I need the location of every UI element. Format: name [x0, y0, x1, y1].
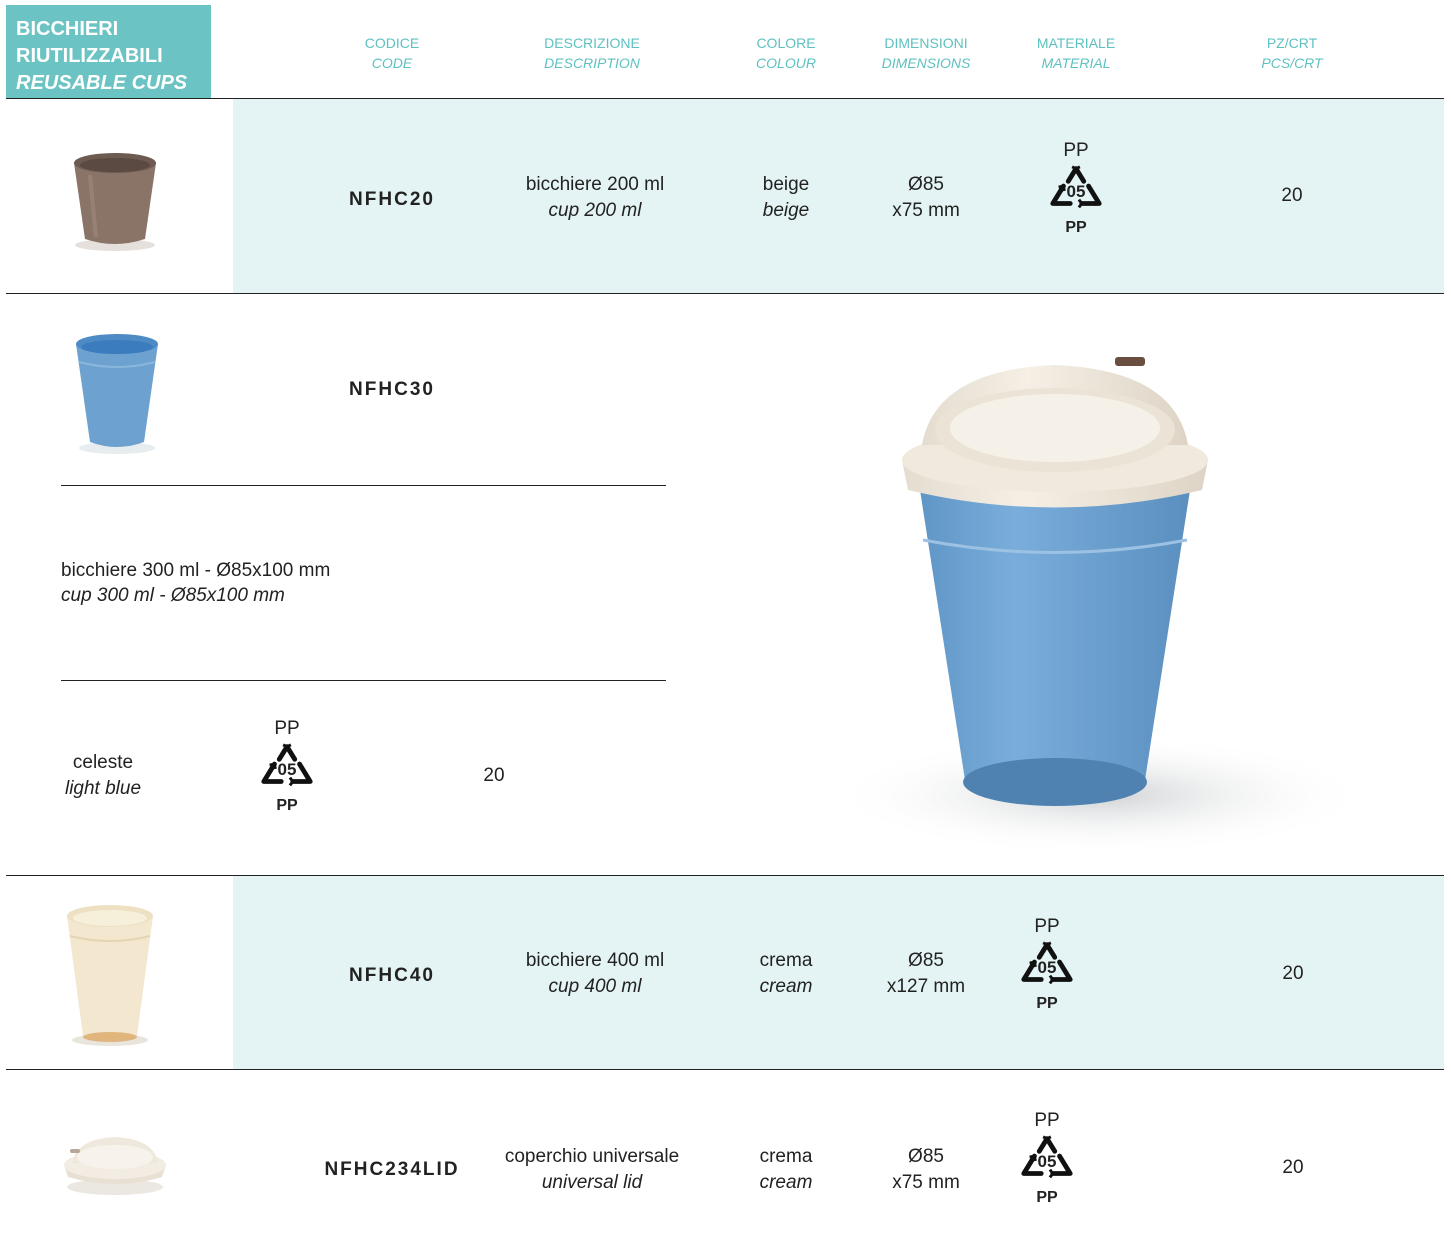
- recycle-material: PP: [276, 797, 298, 814]
- product-code: NFHC234LID: [324, 1159, 460, 1180]
- product-description: coperchio universale universal lid: [505, 1144, 679, 1196]
- col-header-colour-it: COLORE: [756, 35, 816, 51]
- recycle-material: PP: [1036, 1189, 1058, 1206]
- colour-en: beige: [762, 200, 810, 221]
- product-dimensions: Ø85 x75 mm: [892, 172, 960, 224]
- material-label: PP: [1034, 916, 1060, 937]
- col-header-description-en: DESCRIPTION: [544, 55, 640, 71]
- description-en: cup 300 ml - Ø85x100 mm: [61, 585, 285, 606]
- col-header-code: CODICE CODE: [365, 33, 419, 73]
- recycle-code: 05: [1037, 958, 1057, 977]
- material-recycle-symbol: PP 05 PP: [252, 718, 322, 815]
- title-en: REUSABLE CUPS: [16, 72, 188, 94]
- recycle-material: PP: [1036, 995, 1058, 1012]
- col-header-code-it: CODICE: [364, 35, 420, 51]
- material-label: PP: [274, 718, 300, 739]
- product-code: NFHC20: [349, 189, 435, 210]
- title-it-line-2: RIUTILIZZABILI: [16, 45, 163, 67]
- col-header-pcs-it: PZ/CRT: [1266, 35, 1318, 51]
- description-en: cup 400 ml: [548, 976, 642, 997]
- colour-en: light blue: [64, 778, 142, 799]
- col-header-colour: COLORE COLOUR: [756, 33, 816, 73]
- product-colour: beige beige: [763, 172, 810, 224]
- colour-en: cream: [759, 976, 813, 997]
- col-header-dimensions-en: DIMENSIONS: [881, 55, 971, 71]
- pieces-per-carton: 20: [1282, 963, 1304, 984]
- dimension-height: x75 mm: [892, 1172, 960, 1193]
- product-image-lid: [64, 1137, 166, 1195]
- material-recycle-symbol: PP 05 PP: [1041, 140, 1111, 237]
- section-title: BICCHIERI RIUTILIZZABILI REUSABLE CUPS: [6, 5, 211, 98]
- row-sub-divider: [61, 680, 666, 681]
- product-colour: celeste light blue: [65, 750, 141, 802]
- product-description: bicchiere 200 ml cup 200 ml: [526, 172, 664, 224]
- recycle-05-icon: 05: [1018, 1134, 1076, 1184]
- product-dimensions: Ø85 x127 mm: [887, 948, 965, 1000]
- recycle-code: 05: [1066, 182, 1086, 201]
- row-sub-divider: [61, 485, 666, 486]
- description-it: bicchiere 200 ml: [525, 174, 665, 195]
- recycle-05-icon: 05: [258, 742, 316, 792]
- product-dimensions: Ø85 x75 mm: [892, 1144, 960, 1196]
- product-code: NFHC40: [349, 965, 435, 986]
- product-image-brown-cup: [74, 153, 156, 251]
- colour-it: beige: [762, 174, 810, 195]
- dimension-height: x75 mm: [892, 200, 960, 221]
- col-header-dimensions-it: DIMENSIONI: [884, 35, 968, 51]
- product-code: NFHC30: [349, 379, 435, 400]
- col-header-colour-en: COLOUR: [756, 55, 816, 71]
- product-description: bicchiere 400 ml cup 400 ml: [526, 948, 664, 1000]
- col-header-material-en: MATERIAL: [1041, 55, 1111, 71]
- recycle-code: 05: [1037, 1152, 1057, 1171]
- dimension-diameter: Ø85: [908, 174, 944, 195]
- row-divider: [6, 1069, 1444, 1070]
- product-image-blue-cup: [76, 334, 158, 454]
- colour-it: crema: [759, 950, 813, 971]
- col-header-description: DESCRIZIONE DESCRIPTION: [544, 33, 640, 73]
- recycle-05-icon: 05: [1047, 164, 1105, 214]
- col-header-dimensions: DIMENSIONI DIMENSIONS: [882, 33, 971, 73]
- material-label: PP: [1063, 140, 1089, 161]
- col-header-material-it: MATERIALE: [1036, 35, 1116, 51]
- col-header-description-it: DESCRIZIONE: [544, 35, 640, 51]
- material-label: PP: [1034, 1110, 1060, 1131]
- colour-en: cream: [759, 1172, 813, 1193]
- col-header-code-en: CODE: [371, 55, 413, 71]
- title-it-line-1: BICCHIERI: [16, 18, 119, 40]
- product-description: bicchiere 300 ml - Ø85x100 mm cup 300 ml…: [61, 558, 330, 608]
- dimension-diameter: Ø85: [908, 950, 944, 971]
- dimension-height: x127 mm: [886, 976, 966, 997]
- colour-it: celeste: [72, 752, 134, 773]
- description-it: bicchiere 400 ml: [525, 950, 665, 971]
- recycle-material: PP: [1065, 219, 1087, 236]
- product-colour: crema cream: [760, 948, 813, 1000]
- product-colour: crema cream: [760, 1144, 813, 1196]
- dimension-diameter: Ø85: [908, 1146, 944, 1167]
- col-header-pcs: PZ/CRT PCS/CRT: [1261, 33, 1322, 73]
- pieces-per-carton: 20: [483, 765, 505, 786]
- material-recycle-symbol: PP 05 PP: [1012, 1110, 1082, 1207]
- description-it: coperchio universale: [504, 1146, 680, 1167]
- description-it: bicchiere 300 ml - Ø85x100 mm: [61, 560, 331, 581]
- col-header-pcs-en: PCS/CRT: [1261, 55, 1323, 71]
- description-en: cup 200 ml: [548, 200, 642, 221]
- material-recycle-symbol: PP 05 PP: [1012, 916, 1082, 1013]
- pieces-per-carton: 20: [1281, 185, 1303, 206]
- col-header-material: MATERIALE MATERIAL: [1037, 33, 1115, 73]
- product-image-cream-cup: [67, 905, 153, 1046]
- description-en: universal lid: [541, 1172, 643, 1193]
- colour-it: crema: [759, 1146, 813, 1167]
- recycle-05-icon: 05: [1018, 940, 1076, 990]
- recycle-code: 05: [277, 760, 297, 779]
- showcase-image-blue-cup-with-lid: [840, 357, 1370, 855]
- pieces-per-carton: 20: [1282, 1157, 1304, 1178]
- row-divider: [6, 293, 1444, 294]
